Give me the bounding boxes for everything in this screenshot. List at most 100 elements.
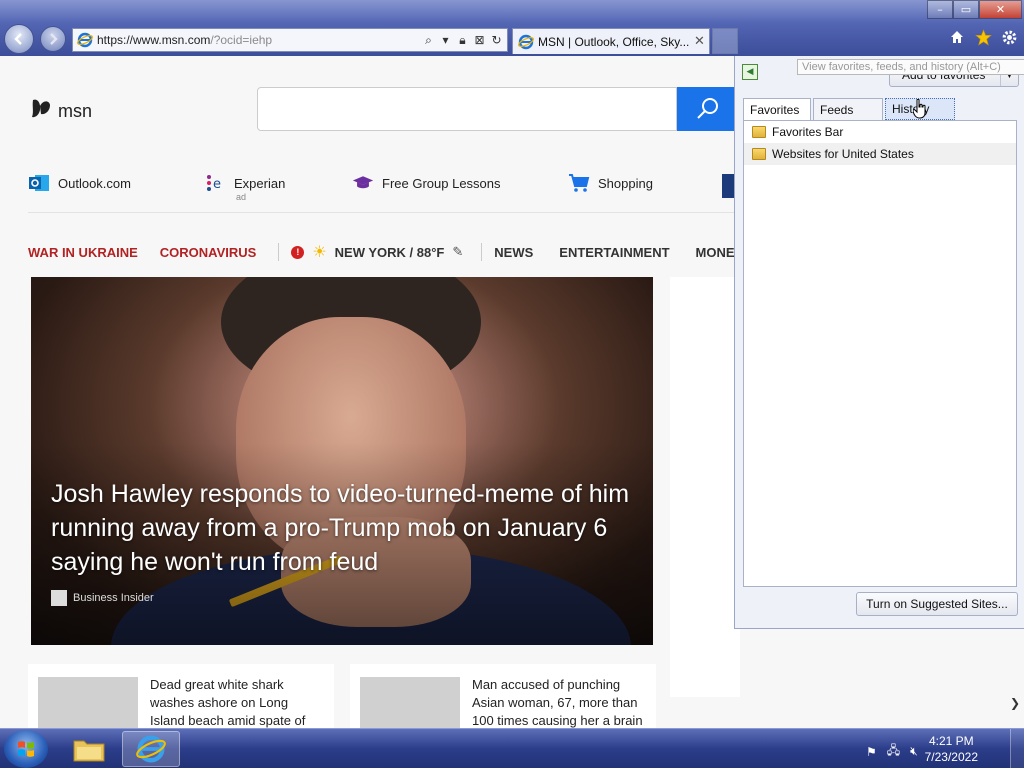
scroll-down-icon[interactable]: ❯ [1010,696,1020,710]
turn-on-suggested-sites-button[interactable]: Turn on Suggested Sites... [856,592,1018,616]
quicklink-outlook[interactable]: Outlook.com [28,172,131,194]
clock-date: 7/23/2022 [924,750,978,764]
show-desktop-button[interactable] [1010,729,1024,768]
pin-favorites-center-icon[interactable]: ◀ [742,64,758,80]
clock[interactable]: 4:21 PM 7/23/2022 [925,733,978,765]
arrow-left-icon [14,33,22,45]
maximize-button[interactable]: ▭ [953,0,979,19]
ad-label: ad [236,192,247,202]
nav-war-in-ukraine[interactable]: WAR IN UKRAINE [28,245,138,260]
home-icon[interactable] [948,28,966,46]
window-controls: – ▭ ✕ [927,0,1022,19]
ie-title-bar: https://www.msn.com/?ocid=iehp ⌕ ▾ 🔒︎ ⊠ … [0,0,1024,56]
quicklink-free-group-lessons[interactable]: Free Group Lessons [352,172,501,194]
ie-tab-icon [518,34,534,49]
search-button[interactable] [677,87,739,131]
card-headline: Dead great white shark washes ashore on … [150,677,306,728]
sun-icon: ☀ [312,244,327,261]
quicklink-experian[interactable]: e Experian ad [204,172,286,202]
outlook-icon [28,172,50,194]
back-button[interactable] [4,24,34,54]
chevron-down-icon[interactable]: ▾ [439,32,452,48]
start-button[interactable] [4,730,48,768]
quicklinks-divider [28,212,738,213]
favorites-star-icon[interactable] [974,28,992,46]
msn-logo[interactable]: msn [30,96,92,126]
mouse-cursor-icon [913,99,926,119]
nav-divider [278,243,280,261]
folder-icon [73,740,105,762]
gear-icon[interactable] [1000,28,1018,46]
experian-icon: e [204,172,226,194]
shopping-cart-icon [568,172,590,194]
quicklinks-bar: Outlook.com e Experian ad Free Group Les… [28,172,748,202]
category-nav: WAR IN UKRAINE CORONAVIRUS ! ☀ NEW YORK … [28,242,804,262]
search-icon[interactable]: ⌕ [422,32,435,48]
address-bar[interactable]: https://www.msn.com/?ocid=iehp ⌕ ▾ 🔒︎ ⊠ … [72,28,508,52]
nav-divider [481,243,483,261]
address-actions: ⌕ ▾ 🔒︎ ⊠ ↻ [422,32,503,48]
volume-muted-icon[interactable]: 🔇︎ [910,744,918,759]
taskbar-file-explorer[interactable] [60,731,118,767]
new-tab-button[interactable] [712,28,738,54]
folder-icon [752,148,766,160]
tab-feeds[interactable]: Feeds [813,98,883,120]
nav-coronavirus[interactable]: CORONAVIRUS [160,245,257,260]
action-center-flag-icon[interactable]: ⚑ [866,745,877,759]
tab-msn[interactable]: MSN | Outlook, Office, Sky... ✕ [512,28,710,54]
toolbar-tools [948,28,1018,46]
minimize-button[interactable]: – [927,0,953,19]
weather-location[interactable]: NEW YORK / 88°F [335,245,445,260]
ie-page-icon [77,32,93,48]
list-item[interactable]: Websites for United States [744,143,1016,165]
taskbar: ⚑ 🖧︎ 🔇︎ 4:21 PM 7/23/2022 [0,728,1024,768]
quicklink-label: Shopping [598,175,653,191]
favorites-center: ◀ Add to favorites ▼ View favorites, fee… [734,56,1024,629]
arrow-right-icon [50,33,58,45]
hero-headline[interactable]: Josh Hawley responds to video-turned-mem… [51,477,631,579]
quicklink-shopping[interactable]: Shopping [568,172,653,194]
pencil-edit-icon[interactable]: ✎ [452,244,463,260]
hero-source: Business Insider [51,590,154,606]
internet-explorer-icon [136,735,166,763]
folder-label: Websites for United States [772,147,914,161]
search-icon [697,98,718,119]
favorites-list: Favorites Bar Websites for United States [743,120,1017,587]
address-url: https://www.msn.com/?ocid=iehp [97,33,273,47]
taskbar-internet-explorer[interactable] [122,731,180,767]
right-column-card [670,277,740,697]
msn-butterfly-icon [30,96,52,126]
news-card[interactable]: Man accused of punching Asian woman, 67,… [350,664,656,728]
hero-story[interactable]: Josh Hawley responds to video-turned-mem… [31,277,653,645]
nav-entertainment[interactable]: ENTERTAINMENT [559,245,669,260]
search-input[interactable] [257,87,677,131]
tab-title: MSN | Outlook, Office, Sky... [538,34,690,49]
card-thumbnail [360,677,460,728]
tooltip: View favorites, feeds, and history (Alt+… [797,59,1024,75]
folder-label: Favorites Bar [772,125,844,139]
compat-view-icon[interactable]: ⊠ [473,32,486,48]
lock-icon[interactable]: 🔒︎ [456,32,469,48]
refresh-icon[interactable]: ↻ [490,32,503,48]
weather-alert-icon[interactable]: ! [291,245,305,259]
graduation-cap-icon [352,172,374,194]
news-card[interactable]: Dead great white shark washes ashore on … [28,664,334,728]
network-icon[interactable]: 🖧︎ [887,741,900,762]
quicklink-label: Outlook.com [58,175,131,191]
svg-text:e: e [213,177,221,192]
quicklink-label: Free Group Lessons [382,175,501,191]
forward-button[interactable] [40,26,66,52]
hero-photo [221,277,481,397]
quicklink-label: Experian [234,175,286,191]
source-name: Business Insider [73,592,154,604]
card-headline: Man accused of punching Asian woman, 67,… [472,677,643,728]
card-thumbnail [38,677,138,728]
source-logo-icon [51,590,67,606]
msn-logo-text: msn [58,100,93,121]
close-window-button[interactable]: ✕ [979,0,1022,19]
close-tab-icon[interactable]: ✕ [694,34,705,49]
tab-favorites[interactable]: Favorites [743,98,811,121]
windows-logo-icon [18,741,34,757]
nav-news[interactable]: NEWS [494,245,533,260]
list-item[interactable]: Favorites Bar [744,121,1016,143]
